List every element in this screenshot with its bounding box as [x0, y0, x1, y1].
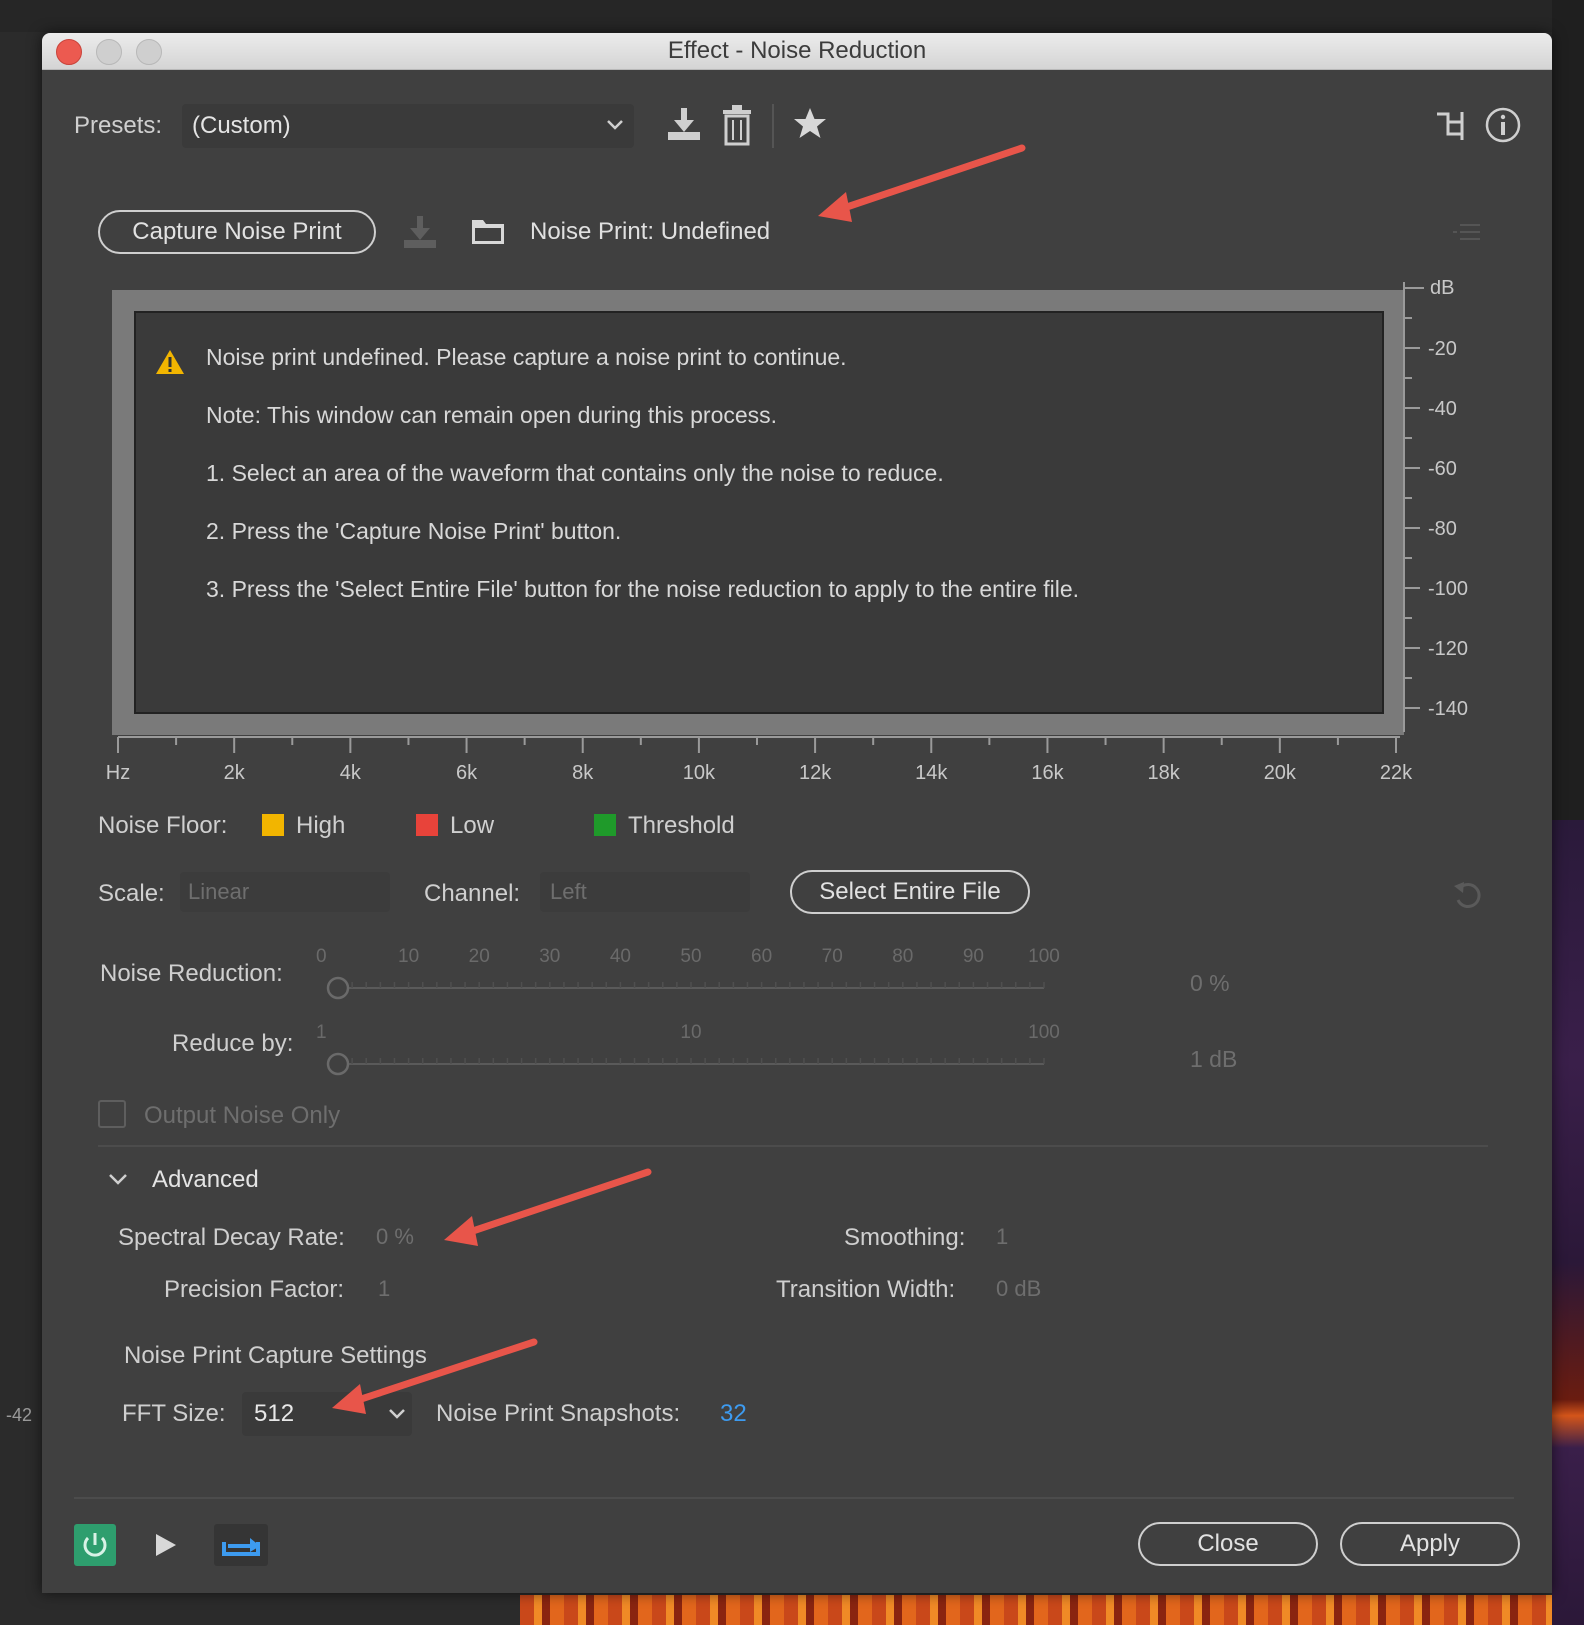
- annotation-arrow: [818, 144, 1026, 222]
- annotation-arrows: [332, 144, 1026, 1414]
- annotation-arrow: [444, 1168, 652, 1246]
- annotation-arrow: [332, 1338, 538, 1414]
